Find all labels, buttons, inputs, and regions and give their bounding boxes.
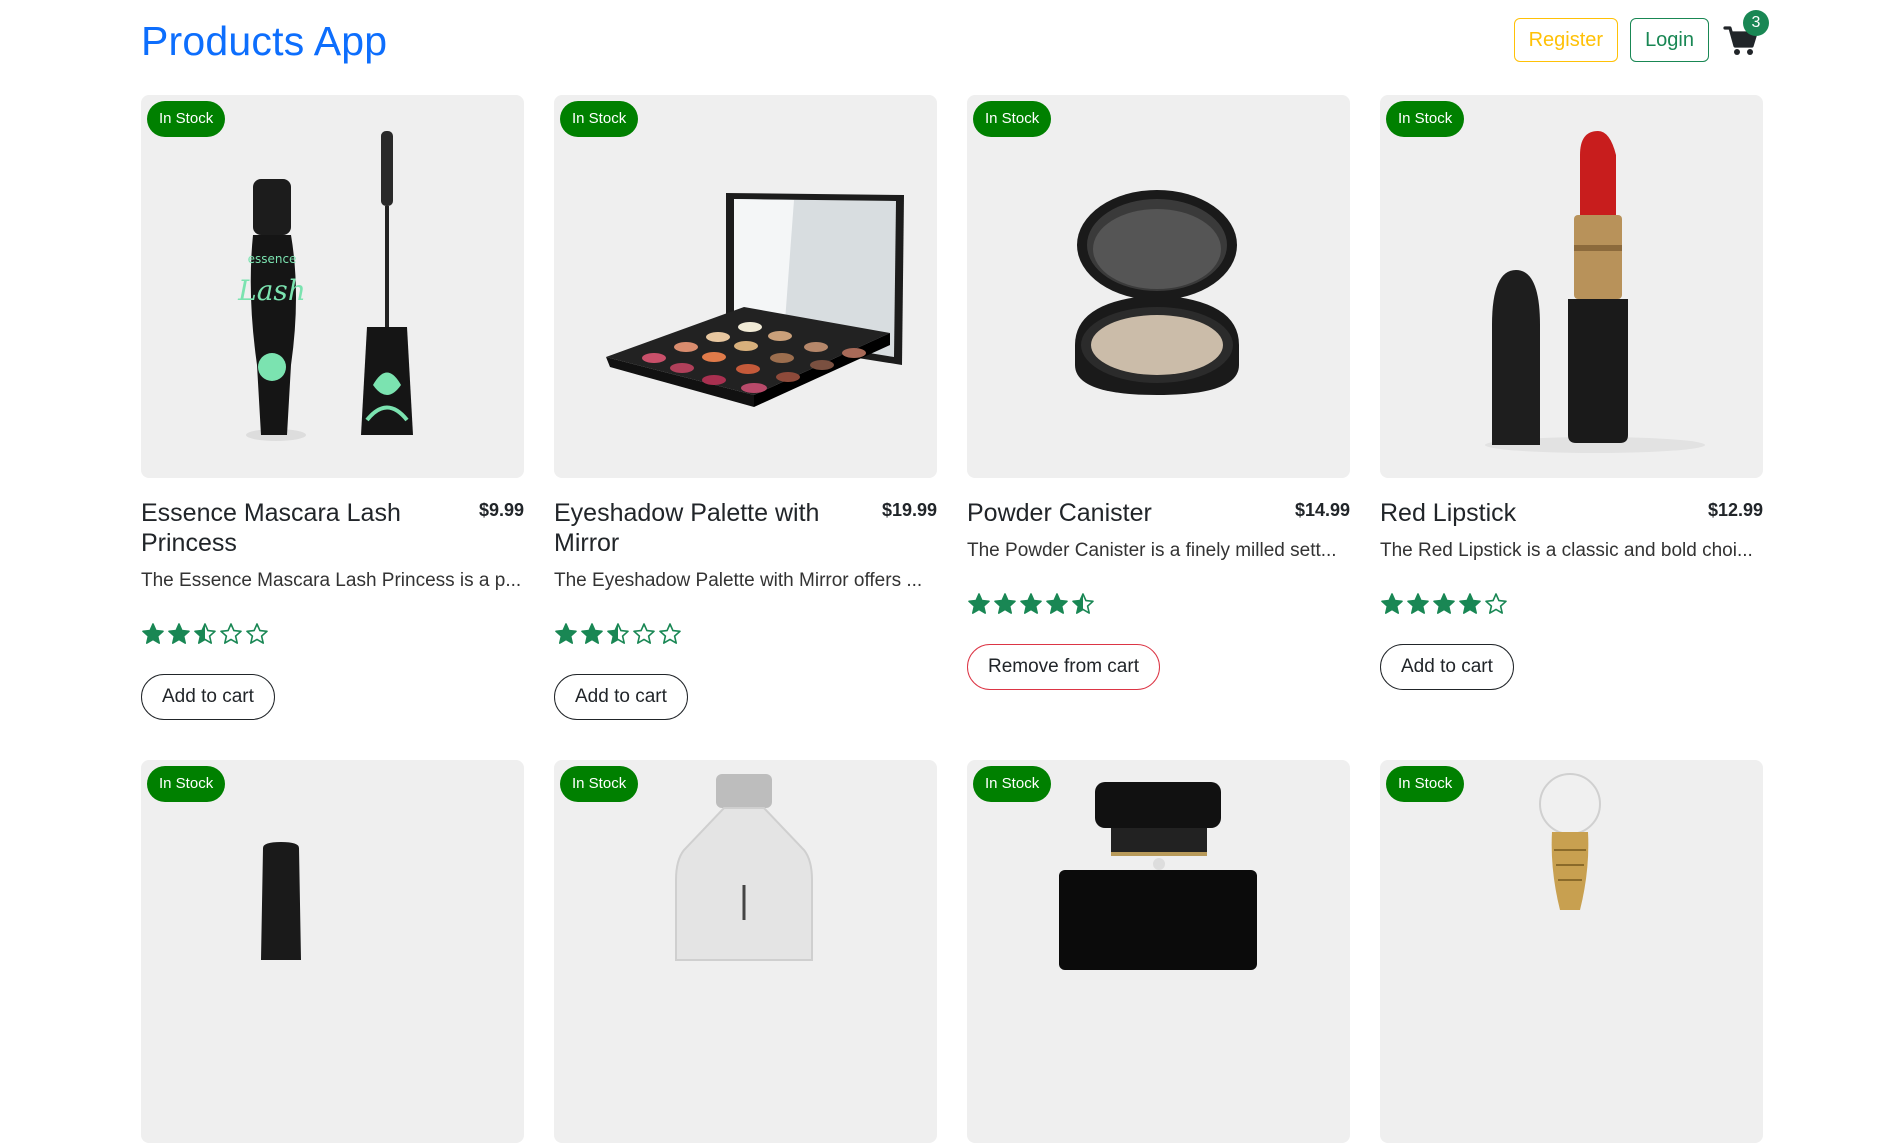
- star-empty-icon: [633, 623, 655, 644]
- product-description: The Powder Canister is a finely milled s…: [967, 540, 1337, 561]
- star-full-icon: [1020, 593, 1042, 614]
- powder-canister-illustration: [1075, 190, 1239, 395]
- cart-button[interactable]: 3: [1721, 10, 1769, 60]
- stock-badge: In Stock: [147, 101, 226, 137]
- product-image[interactable]: In Stock: [1380, 95, 1763, 478]
- star-full-icon: [1407, 593, 1429, 614]
- svg-text:Lash: Lash: [237, 274, 306, 307]
- star-full-icon: [1433, 593, 1455, 614]
- product-title[interactable]: Red Lipstick: [1380, 498, 1670, 528]
- stock-badge: In Stock: [560, 766, 639, 802]
- star-half-icon: [1072, 593, 1094, 614]
- product-image[interactable]: In Stock: [967, 760, 1350, 1143]
- star-empty-icon: [246, 623, 268, 644]
- add-to-cart-button[interactable]: Add to cart: [1380, 644, 1514, 690]
- star-full-icon: [555, 623, 577, 644]
- product-card: In Stock: [554, 760, 937, 1143]
- top-bar: Products App Register Login 3: [141, 0, 1769, 95]
- rating-stars: [1380, 592, 1763, 616]
- star-half-icon: [607, 623, 629, 644]
- eyeshadow-palette-illustration: [606, 193, 904, 407]
- register-button[interactable]: Register: [1513, 18, 1619, 62]
- star-full-icon: [168, 623, 190, 644]
- product-price: $12.99: [1707, 500, 1763, 520]
- perfume-bottle-illustration: [1539, 773, 1601, 910]
- stock-badge: In Stock: [560, 101, 639, 137]
- mascara-illustration: essence Lash: [237, 131, 413, 441]
- add-to-cart-button[interactable]: Add to cart: [141, 674, 275, 720]
- product-title[interactable]: Eyeshadow Palette with Mirror: [554, 498, 844, 558]
- product-description: The Eyeshadow Palette with Mirror offers…: [554, 570, 923, 591]
- star-empty-icon: [659, 623, 681, 644]
- product-description: The Red Lipstick is a classic and bold c…: [1380, 540, 1753, 561]
- product-card: In Stock: [141, 760, 524, 1143]
- star-full-icon: [1459, 593, 1481, 614]
- stock-badge: In Stock: [973, 101, 1052, 137]
- svg-text:essence: essence: [248, 252, 297, 266]
- product-image[interactable]: In Stock: [554, 95, 937, 478]
- star-empty-icon: [220, 623, 242, 644]
- perfume-bottle-illustration: [1059, 782, 1257, 970]
- rating-stars: [967, 592, 1350, 616]
- cart-count-badge: 3: [1743, 10, 1769, 36]
- product-price: $19.99: [881, 500, 937, 520]
- stock-badge: In Stock: [973, 766, 1052, 802]
- star-full-icon: [1046, 593, 1068, 614]
- product-card: In Stock: [967, 760, 1350, 1143]
- star-full-icon: [1381, 593, 1403, 614]
- product-description: The Essence Mascara Lash Princess is a p…: [141, 570, 522, 591]
- product-grid: essence Lash In Stock Essence Mascara La…: [141, 95, 1763, 1143]
- lipstick-illustration: [1485, 131, 1705, 453]
- stock-badge: In Stock: [147, 766, 226, 802]
- product-price: $9.99: [478, 500, 524, 520]
- login-button[interactable]: Login: [1630, 18, 1709, 62]
- product-title[interactable]: Powder Canister: [967, 498, 1257, 528]
- star-full-icon: [142, 623, 164, 644]
- stock-badge: In Stock: [1386, 766, 1465, 802]
- star-full-icon: [581, 623, 603, 644]
- rating-stars: [141, 622, 524, 646]
- product-card: essence Lash In Stock Essence Mascara La…: [141, 95, 524, 720]
- product-card: In Stock Powder Canister $14.99 The Powd…: [967, 95, 1350, 720]
- header-actions: Register Login 3: [1513, 10, 1769, 62]
- product-card: In Stock Red Lipstick $12.99 The Red Lip…: [1380, 95, 1763, 720]
- rating-stars: [554, 622, 937, 646]
- product-image[interactable]: In Stock: [554, 760, 937, 1143]
- product-image[interactable]: In Stock: [967, 95, 1350, 478]
- star-full-icon: [994, 593, 1016, 614]
- product-card: In Stock: [1380, 760, 1763, 1143]
- product-image[interactable]: In Stock: [1380, 760, 1763, 1143]
- product-image[interactable]: essence Lash In Stock: [141, 95, 524, 478]
- star-full-icon: [968, 593, 990, 614]
- product-image[interactable]: In Stock: [141, 760, 524, 1143]
- product-price: $14.99: [1294, 500, 1350, 520]
- perfume-bottle-illustration: [675, 774, 813, 961]
- star-empty-icon: [1485, 593, 1507, 614]
- add-to-cart-button[interactable]: Add to cart: [554, 674, 688, 720]
- stock-badge: In Stock: [1386, 101, 1465, 137]
- brand-title[interactable]: Products App: [141, 18, 387, 65]
- remove-from-cart-button[interactable]: Remove from cart: [967, 644, 1160, 690]
- star-half-icon: [194, 623, 216, 644]
- product-card: In Stock Eyeshadow Palette with Mirror $…: [554, 95, 937, 720]
- product-title[interactable]: Essence Mascara Lash Princess: [141, 498, 431, 558]
- nail-polish-illustration: [261, 842, 301, 960]
